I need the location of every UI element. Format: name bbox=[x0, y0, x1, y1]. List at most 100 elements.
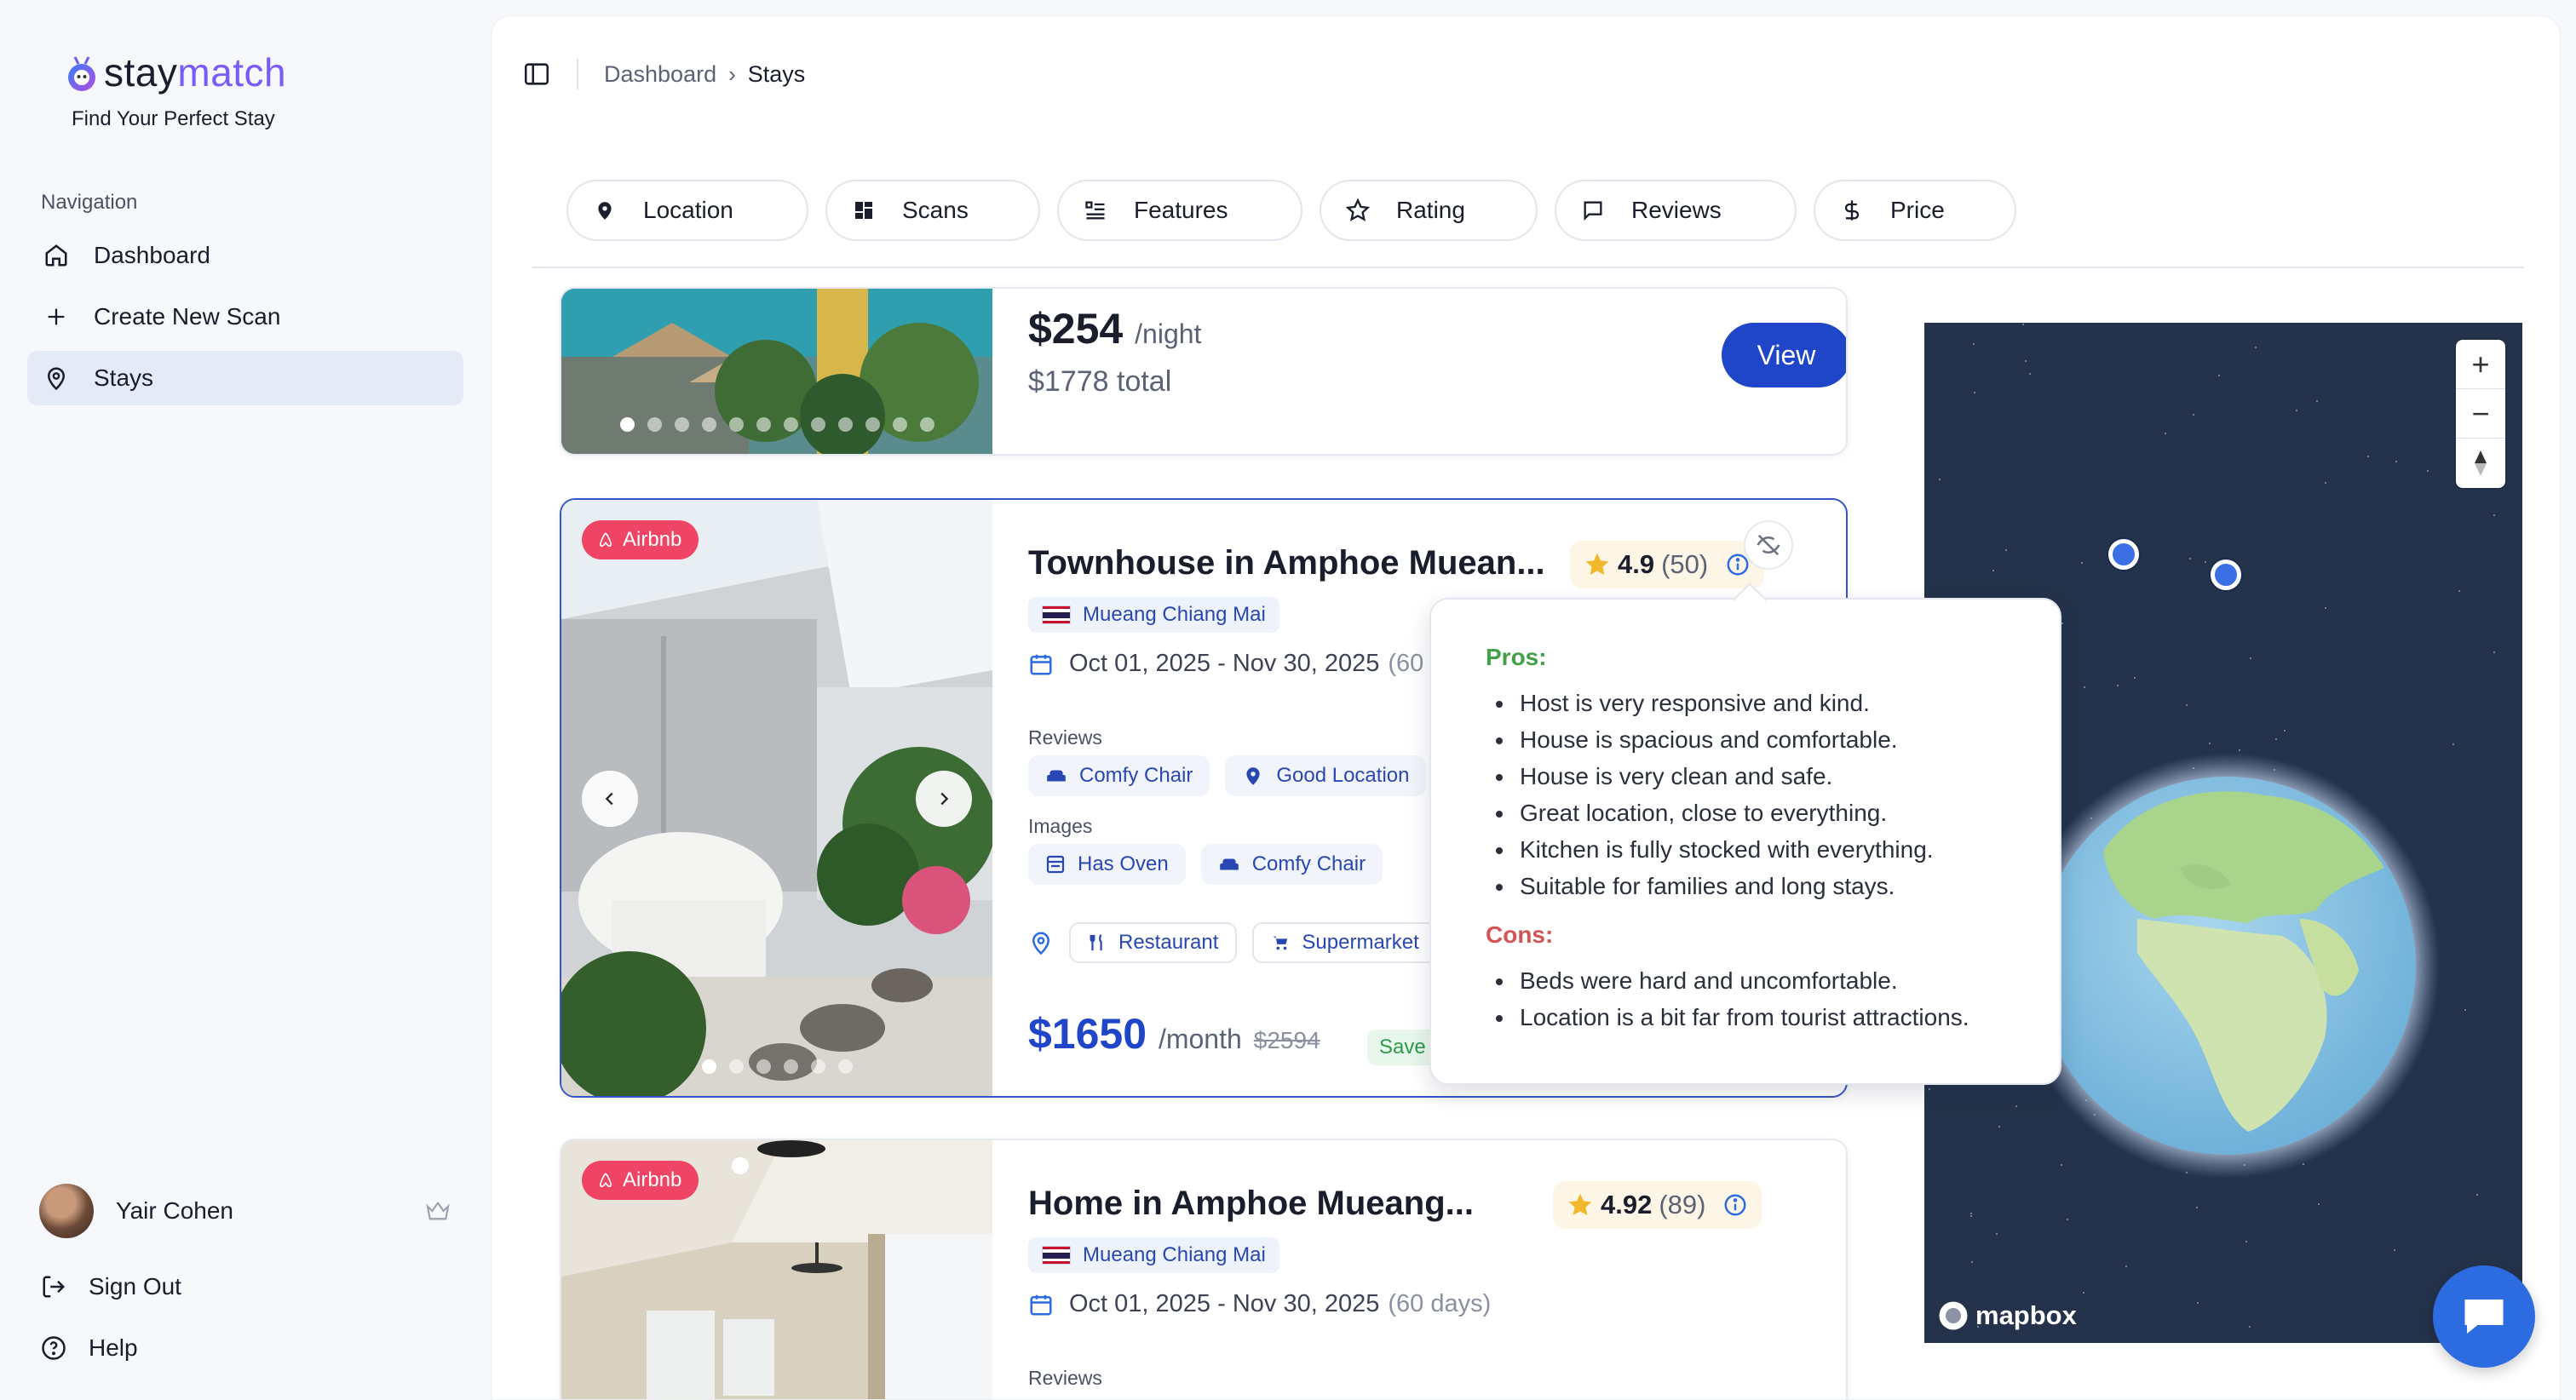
image-carousel-dots bbox=[561, 1059, 992, 1074]
image-tag[interactable]: Comfy Chair bbox=[1200, 844, 1383, 885]
image-prev-button[interactable] bbox=[582, 771, 638, 827]
carousel-dot[interactable] bbox=[810, 1059, 825, 1074]
user-profile[interactable]: Yair Cohen bbox=[39, 1184, 451, 1238]
map-marker[interactable] bbox=[2108, 539, 2139, 570]
location-badge[interactable]: Mueang Chiang Mai bbox=[1028, 597, 1279, 633]
listing-title[interactable]: Home in Amphoe Mueang... bbox=[1028, 1185, 1474, 1223]
carousel-dot[interactable] bbox=[919, 417, 934, 432]
price-per-month: $1650 /month $2594 bbox=[1028, 1010, 1320, 1058]
thailand-flag-icon bbox=[1042, 605, 1071, 624]
logout-icon bbox=[39, 1272, 68, 1301]
filter-label: Reviews bbox=[1631, 197, 1722, 223]
carousel-dot[interactable] bbox=[647, 417, 662, 432]
pros-item: Great location, close to everything. bbox=[1486, 795, 2005, 831]
listing-card[interactable]: $254 /night $1778 total View bbox=[560, 287, 1848, 456]
filter-reviews-button[interactable]: Reviews bbox=[1555, 180, 1797, 241]
review-tag[interactable]: Good Location bbox=[1225, 755, 1427, 796]
help-button[interactable]: Help bbox=[39, 1327, 138, 1369]
hide-listing-button[interactable] bbox=[1744, 520, 1793, 570]
compass-button[interactable] bbox=[2456, 439, 2505, 488]
carousel-dot[interactable] bbox=[701, 417, 716, 432]
user-name: Yair Cohen bbox=[116, 1197, 234, 1224]
pros-item: House is very clean and safe. bbox=[1486, 758, 2005, 795]
grid-icon bbox=[851, 198, 877, 223]
cart-icon bbox=[1274, 936, 1288, 950]
listing-image[interactable]: Airbnb bbox=[561, 1140, 992, 1399]
carousel-dot[interactable] bbox=[674, 417, 689, 432]
carousel-dot[interactable] bbox=[837, 1059, 853, 1074]
map-pin-icon bbox=[1032, 932, 1050, 955]
sidebar-item-stays[interactable]: Stays bbox=[27, 351, 463, 405]
nav-heading: Navigation bbox=[41, 191, 138, 214]
pros-list: Host is very responsive and kind. House … bbox=[1486, 685, 2005, 904]
carousel-dot[interactable] bbox=[728, 417, 744, 432]
filter-rating-button[interactable]: Rating bbox=[1320, 180, 1538, 241]
filter-price-button[interactable]: Price bbox=[1814, 180, 2016, 241]
carousel-dot[interactable] bbox=[865, 417, 880, 432]
sidebar-item-create-new-scan[interactable]: Create New Scan bbox=[27, 290, 463, 344]
stay-dates: Oct 01, 2025 - Nov 30, 2025 (60 days) bbox=[1028, 1290, 1491, 1318]
source-label: Airbnb bbox=[623, 528, 682, 551]
carousel-dot[interactable] bbox=[892, 417, 907, 432]
crown-icon bbox=[426, 1201, 450, 1220]
zoom-in-button[interactable]: + bbox=[2456, 340, 2505, 389]
mapbox-icon bbox=[1939, 1301, 1968, 1330]
compass-icon bbox=[2475, 450, 2487, 476]
image-tag[interactable]: Has Oven bbox=[1028, 844, 1186, 885]
brand-logo[interactable]: staymatch bbox=[60, 49, 286, 95]
armchair-icon bbox=[1047, 770, 1066, 782]
carousel-dot[interactable] bbox=[701, 1059, 716, 1074]
reviews-label: Reviews bbox=[1028, 726, 1102, 749]
listing-card[interactable]: Airbnb Home in Amphoe Mueang... 4.92 (89… bbox=[560, 1139, 1848, 1399]
location-badge[interactable]: Mueang Chiang Mai bbox=[1028, 1237, 1279, 1273]
airbnb-icon bbox=[600, 1173, 612, 1188]
filter-location-button[interactable]: Location bbox=[566, 180, 808, 241]
filter-bar: Location Scans Features Rating Reviews P… bbox=[566, 180, 2016, 241]
cons-heading: Cons: bbox=[1486, 921, 1554, 948]
listing-image[interactable] bbox=[561, 289, 992, 454]
source-label: Airbnb bbox=[623, 1168, 682, 1191]
carousel-dot[interactable] bbox=[728, 1059, 744, 1074]
carousel-dot[interactable] bbox=[756, 417, 771, 432]
thailand-flag-icon bbox=[1042, 1246, 1071, 1265]
location-label: Mueang Chiang Mai bbox=[1083, 603, 1266, 626]
filter-features-button[interactable]: Features bbox=[1057, 180, 1302, 241]
listing-image[interactable]: Airbnb bbox=[561, 500, 992, 1096]
carousel-dot[interactable] bbox=[783, 1059, 798, 1074]
rating-count: (50) bbox=[1661, 549, 1709, 579]
filter-scans-button[interactable]: Scans bbox=[825, 180, 1040, 241]
mapbox-attribution[interactable]: mapbox bbox=[1938, 1300, 2077, 1331]
carousel-dot[interactable] bbox=[810, 417, 825, 432]
image-carousel-dots bbox=[561, 417, 992, 432]
stay-days: (60 days) bbox=[1388, 1290, 1492, 1317]
listing-title[interactable]: Townhouse in Amphoe Muean... bbox=[1028, 544, 1545, 582]
map-marker[interactable] bbox=[2211, 559, 2241, 590]
carousel-dot[interactable] bbox=[837, 417, 853, 432]
review-tag[interactable]: Comfy Chair bbox=[1028, 755, 1210, 796]
sidebar-toggle-icon[interactable] bbox=[522, 60, 551, 89]
pros-item: House is spacious and comfortable. bbox=[1486, 721, 2005, 758]
brand-name: staymatch bbox=[104, 50, 287, 95]
carousel-dot[interactable] bbox=[619, 417, 635, 432]
date-range: Oct 01, 2025 - Nov 30, 2025 bbox=[1069, 650, 1380, 677]
carousel-dot[interactable] bbox=[783, 417, 798, 432]
pros-item: Host is very responsive and kind. bbox=[1486, 685, 2005, 721]
nearby-tag[interactable]: Restaurant bbox=[1069, 922, 1238, 963]
star-filled-icon bbox=[1585, 553, 1609, 576]
info-icon[interactable] bbox=[1722, 1192, 1748, 1218]
message-icon bbox=[1580, 198, 1606, 223]
zoom-out-button[interactable]: − bbox=[2456, 389, 2505, 439]
carousel-dot[interactable] bbox=[756, 1059, 771, 1074]
filter-label: Features bbox=[1134, 197, 1228, 223]
view-button[interactable]: View bbox=[1722, 323, 1846, 387]
review-tags: Comfy Chair Good Location bbox=[1028, 755, 1427, 796]
sidebar-item-dashboard[interactable]: Dashboard bbox=[27, 228, 463, 283]
chevron-right-icon bbox=[940, 792, 949, 806]
breadcrumb-dashboard[interactable]: Dashboard bbox=[604, 61, 716, 88]
chat-button[interactable] bbox=[2433, 1265, 2535, 1368]
nearby-tag[interactable]: Supermarket bbox=[1252, 922, 1438, 963]
image-next-button[interactable] bbox=[916, 771, 972, 827]
stay-days: (60 bbox=[1388, 650, 1424, 677]
sign-out-button[interactable]: Sign Out bbox=[39, 1265, 181, 1308]
map-pin-icon bbox=[1246, 767, 1260, 785]
